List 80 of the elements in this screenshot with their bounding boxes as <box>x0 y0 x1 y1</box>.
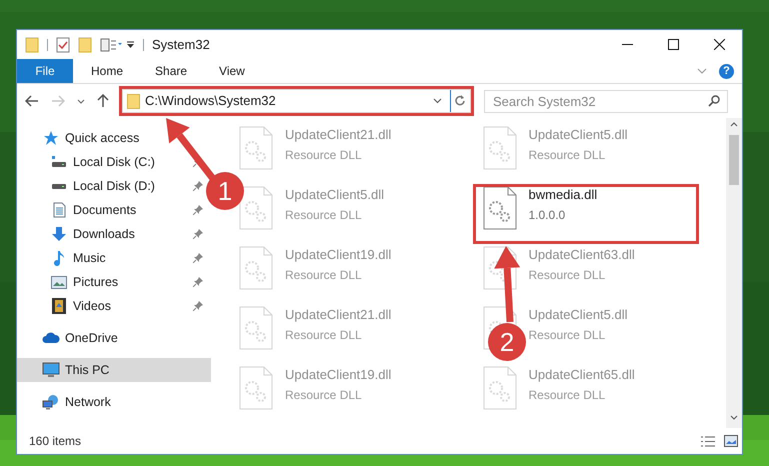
pin-icon[interactable] <box>193 181 203 191</box>
star-icon <box>43 130 59 146</box>
sidebar-label: This PC <box>65 362 110 379</box>
sidebar-item[interactable]: OneDrive <box>17 326 211 350</box>
large-icons-view-icon[interactable] <box>724 435 738 447</box>
file-gear-icon <box>239 246 273 290</box>
ribbon-tab[interactable]: Share <box>141 59 202 83</box>
pin-icon[interactable] <box>193 301 203 311</box>
file-gear-icon <box>239 366 273 410</box>
address-path: C:\Windows\System32 <box>145 92 276 110</box>
scrollbar[interactable] <box>726 118 742 428</box>
view-list-icon[interactable] <box>100 38 122 52</box>
file-gear-icon <box>482 186 516 230</box>
sidebar-item[interactable]: Local Disk (C:) <box>73 152 155 172</box>
folder-icon <box>127 94 140 108</box>
dropdown-caret-icon[interactable] <box>126 40 135 49</box>
ribbon-tab[interactable]: View <box>205 59 259 83</box>
sidebar-item[interactable]: Local Disk (D:) <box>73 176 155 196</box>
chevron-down-icon[interactable] <box>77 98 85 104</box>
sidebar-item[interactable]: This PC <box>17 358 211 382</box>
file-detail: Resource DLL <box>528 267 606 284</box>
drive-icon <box>51 182 67 190</box>
network-icon <box>42 394 60 410</box>
refresh-icon <box>455 95 466 107</box>
help-button[interactable]: ? <box>719 64 734 78</box>
drive-icon <box>51 155 67 169</box>
ribbon-tab[interactable]: Home <box>77 59 138 83</box>
up-arrow-icon[interactable] <box>97 94 109 108</box>
pin-icon[interactable] <box>193 205 203 215</box>
sidebar-label: OneDrive <box>65 330 118 347</box>
pin-icon[interactable] <box>193 277 203 287</box>
back-arrow-icon[interactable] <box>25 95 39 107</box>
sidebar-label: Quick access <box>65 130 140 147</box>
file-detail: Resource DLL <box>528 147 606 164</box>
download-arrow-icon <box>51 226 67 242</box>
file-name[interactable]: bwmedia.dll <box>528 186 598 203</box>
search-field[interactable]: Search System32 <box>484 90 728 112</box>
sidebar-item[interactable]: Music <box>73 248 106 268</box>
scroll-down-icon[interactable] <box>730 415 738 420</box>
file-detail: 1.0.0.0 <box>528 207 566 224</box>
file-detail: Resource DLL <box>285 207 362 224</box>
item-count: 160 items <box>29 433 82 450</box>
monitor-icon <box>42 362 60 378</box>
cloud-icon <box>42 332 60 344</box>
file-gear-icon <box>239 186 273 230</box>
pin-icon[interactable] <box>193 253 203 263</box>
file-gear-icon <box>482 126 516 170</box>
search-icon[interactable] <box>708 94 720 106</box>
file-detail: Resource DLL <box>285 267 362 284</box>
minimize-icon <box>622 43 632 46</box>
file-gear-icon <box>239 306 273 350</box>
film-icon <box>52 298 66 314</box>
file-detail: Resource DLL <box>528 327 606 344</box>
sidebar-item[interactable]: Network <box>17 390 211 414</box>
file-tab[interactable]: File <box>17 59 73 83</box>
document-icon <box>52 202 66 218</box>
file-gear-icon <box>482 366 516 410</box>
sidebar-item[interactable]: Quick access <box>17 126 211 150</box>
close-icon <box>714 39 724 50</box>
scroll-up-icon[interactable] <box>730 122 738 127</box>
music-note-icon <box>53 250 65 266</box>
sidebar-item[interactable]: Documents <box>73 200 136 220</box>
details-view-icon[interactable] <box>700 434 716 448</box>
chevron-down-icon[interactable] <box>433 98 442 104</box>
sidebar-item[interactable]: Videos <box>73 296 111 316</box>
window-title: System32 <box>152 36 210 54</box>
maximize-icon <box>668 39 678 50</box>
file-detail: Resource DLL <box>285 327 362 344</box>
address-bar[interactable]: C:\Windows\System32 <box>122 89 471 113</box>
sidebar-item[interactable]: Downloads <box>73 224 135 244</box>
file-gear-icon <box>239 126 273 170</box>
file-detail: Resource DLL <box>528 387 606 404</box>
checklist-icon[interactable] <box>56 36 70 52</box>
file-detail: Resource DLL <box>285 147 362 164</box>
file-detail: Resource DLL <box>285 387 362 404</box>
sidebar-label: Network <box>65 394 111 411</box>
scroll-thumb[interactable] <box>729 135 739 185</box>
pin-icon[interactable] <box>193 229 203 239</box>
picture-icon <box>51 276 67 288</box>
sidebar-item[interactable]: Pictures <box>73 272 118 292</box>
